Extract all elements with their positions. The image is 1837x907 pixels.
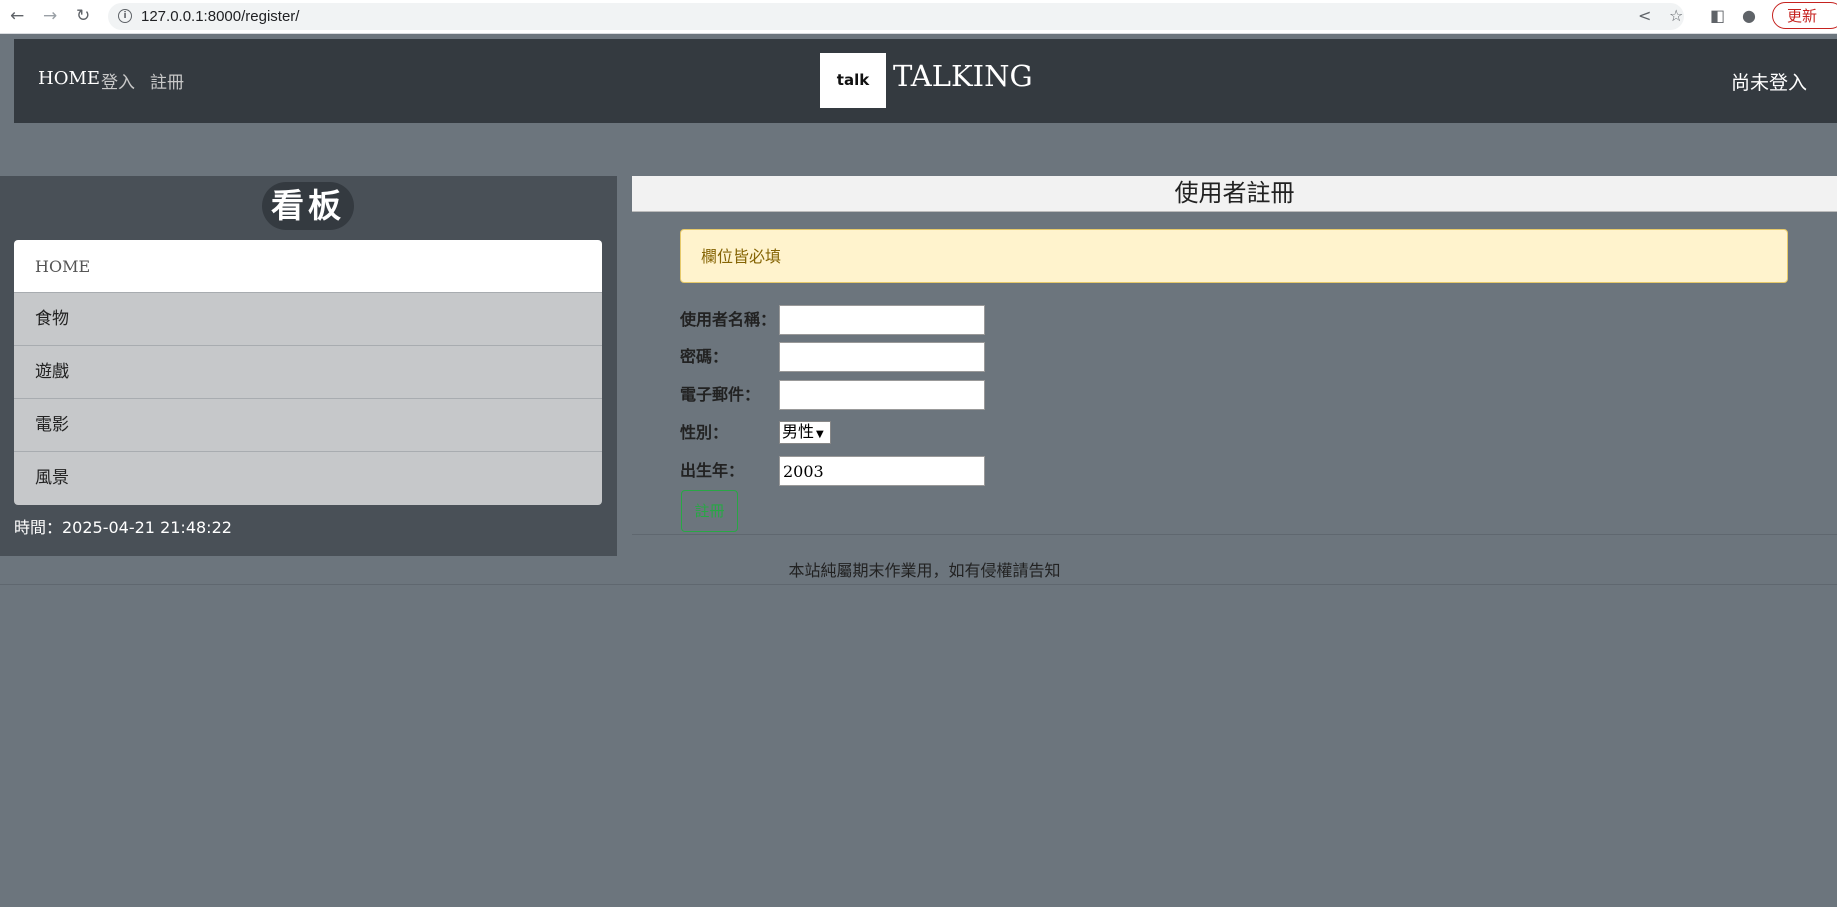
- nav-login-link[interactable]: 登入: [101, 68, 135, 93]
- board-item-games[interactable]: 遊戲: [14, 346, 602, 399]
- board-sidebar: 看板 HOME 食物 遊戲 電影 風景 時間：2025-04-21 21:48:…: [0, 176, 617, 556]
- birth-year-label: 出生年：: [680, 461, 745, 480]
- email-label: 電子郵件：: [680, 385, 761, 404]
- profile-avatar-icon[interactable]: ●: [1742, 6, 1756, 25]
- board-item-food[interactable]: 食物: [14, 293, 602, 346]
- forward-arrow-icon[interactable]: →: [43, 5, 57, 27]
- birth-year-input[interactable]: [779, 456, 985, 486]
- board-title: 看板: [262, 182, 354, 230]
- share-icon[interactable]: <: [1638, 6, 1651, 25]
- bookmark-star-icon[interactable]: ☆: [1669, 6, 1683, 25]
- username-label: 使用者名稱：: [680, 310, 777, 329]
- site-logo[interactable]: talk: [820, 53, 886, 108]
- board-menu: HOME 食物 遊戲 電影 風景: [14, 240, 602, 505]
- site-brand[interactable]: TALKING: [893, 59, 1033, 93]
- divider: [632, 534, 1837, 535]
- footer-text: 本站純屬期末作業用，如有侵權請告知: [788, 561, 1061, 580]
- divider: [0, 584, 1837, 585]
- update-button-label: 更新: [1787, 7, 1818, 25]
- board-item-movies[interactable]: 電影: [14, 399, 602, 452]
- register-submit-button[interactable]: 註冊: [681, 490, 738, 532]
- gender-select[interactable]: 男性 ▼: [779, 421, 831, 444]
- reload-icon[interactable]: ↻: [76, 5, 90, 27]
- gender-label: 性別：: [680, 423, 729, 442]
- nav-register-link[interactable]: 註冊: [150, 68, 184, 93]
- address-bar[interactable]: i 127.0.0.1:8000/register/: [108, 3, 1684, 30]
- password-label: 密碼：: [680, 347, 729, 366]
- nav-home-link[interactable]: HOME: [38, 68, 100, 89]
- board-item-home[interactable]: HOME: [14, 240, 602, 293]
- browser-toolbar: ← → ↻ i 127.0.0.1:8000/register/ < ☆ ◧ ●…: [0, 0, 1837, 34]
- password-input[interactable]: [779, 342, 985, 372]
- site-header: HOME 登入 註冊 talk TALKING 尚未登入: [14, 39, 1837, 123]
- page-title: 使用者註冊: [632, 176, 1837, 212]
- board-item-scenery[interactable]: 風景: [14, 452, 602, 505]
- side-panel-icon[interactable]: ◧: [1710, 6, 1725, 25]
- chevron-down-icon: ▼: [816, 429, 824, 440]
- back-arrow-icon[interactable]: ←: [10, 5, 24, 27]
- login-status: 尚未登入: [1730, 72, 1807, 94]
- username-input[interactable]: [779, 305, 985, 335]
- url-text[interactable]: 127.0.0.1:8000/register/: [141, 8, 299, 25]
- update-button[interactable]: 更新: [1772, 2, 1837, 29]
- email-input[interactable]: [779, 380, 985, 410]
- clock-text: 時間：2025-04-21 21:48:22: [14, 518, 232, 537]
- gender-select-value: 男性: [782, 422, 815, 441]
- required-fields-alert: 欄位皆必填: [680, 229, 1788, 283]
- site-info-icon[interactable]: i: [118, 9, 132, 23]
